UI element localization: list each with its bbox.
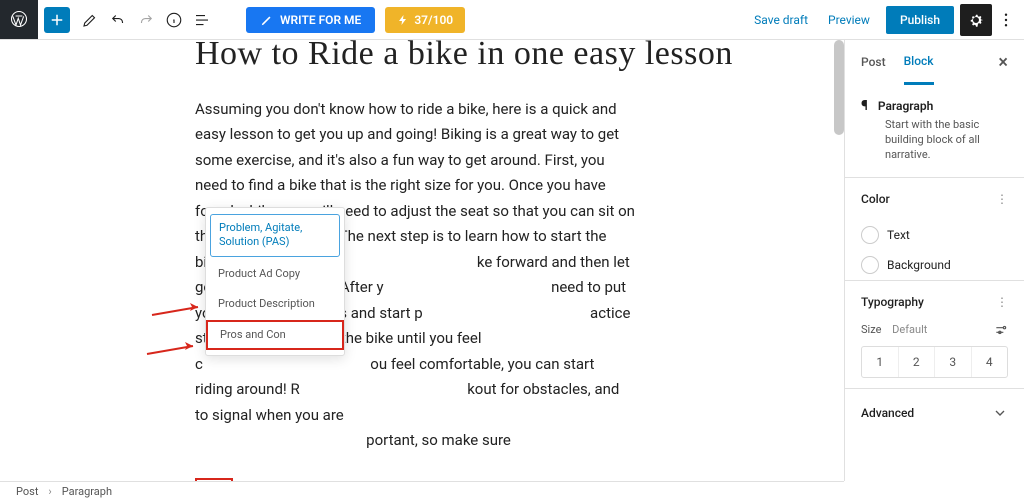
color-text-row[interactable]: Text [845, 220, 1024, 250]
section-typography[interactable]: Typography⋮ [845, 280, 1024, 323]
publish-button[interactable]: Publish [886, 6, 954, 34]
size-3[interactable]: 3 [935, 347, 972, 377]
wp-logo[interactable] [0, 0, 38, 39]
more-dots-icon[interactable]: ⋮ [996, 192, 1008, 206]
breadcrumb-root[interactable]: Post [16, 485, 38, 498]
close-sidebar-button[interactable]: × [998, 52, 1008, 73]
info-button[interactable] [160, 6, 188, 34]
save-draft-link[interactable]: Save draft [754, 13, 808, 27]
credits-button[interactable]: 37/100 [385, 7, 465, 33]
ac-item-pros-con[interactable]: Pros and Con [206, 320, 344, 350]
swatch-icon [861, 256, 879, 274]
outline-button[interactable] [188, 6, 216, 34]
credits-label: 37/100 [414, 13, 453, 27]
sidebar-tabs: Post Block × [845, 40, 1024, 84]
write-for-me-label: WRITE FOR ME [280, 13, 361, 27]
chevron-down-icon [992, 405, 1008, 421]
edit-mode-button[interactable] [76, 6, 104, 34]
top-toolbar: WRITE FOR ME 37/100 Save draft Preview P… [0, 0, 1024, 40]
size-settings-icon[interactable] [994, 323, 1008, 340]
more-options-button[interactable] [996, 11, 1016, 29]
ac-item-pas[interactable]: Problem, Agitate, Solution (PAS) [210, 214, 340, 257]
size-label: Size [861, 323, 881, 340]
block-name: Paragraph [878, 99, 933, 113]
undo-button[interactable] [104, 6, 132, 34]
block-description: Start with the basic building block of a… [885, 118, 1008, 163]
tab-post[interactable]: Post [861, 41, 886, 83]
chevron-right-icon: › [48, 485, 51, 498]
scrollbar-thumb[interactable] [834, 40, 844, 135]
post-title[interactable]: How to Ride a bike in one easy lesson [195, 40, 825, 75]
settings-sidebar: Post Block × ¶ Paragraph Start with the b… [844, 40, 1024, 481]
annotation-arrow-icon [145, 340, 200, 362]
size-1[interactable]: 1 [862, 347, 899, 377]
preview-link[interactable]: Preview [828, 13, 870, 27]
ac-item-description[interactable]: Product Description [206, 289, 344, 319]
size-default: Default [892, 323, 927, 340]
breadcrumb-current[interactable]: Paragraph [62, 485, 112, 498]
tab-block[interactable]: Block [904, 40, 934, 85]
section-color[interactable]: Color⋮ [845, 177, 1024, 220]
more-dots-icon[interactable]: ⋮ [996, 295, 1008, 309]
font-size-picker: 1 2 3 4 [861, 346, 1008, 378]
annotation-arrow-icon [150, 301, 205, 323]
autocomplete-popup: Problem, Agitate, Solution (PAS) Product… [205, 207, 345, 356]
color-bg-row[interactable]: Background [845, 250, 1024, 280]
breadcrumb: Post › Paragraph [0, 481, 844, 501]
ac-item-ad-copy[interactable]: Product Ad Copy [206, 259, 344, 289]
swatch-icon [861, 226, 879, 244]
size-2[interactable]: 2 [899, 347, 936, 377]
add-block-button[interactable] [44, 7, 70, 33]
size-4[interactable]: 4 [972, 347, 1008, 377]
paragraph-icon: ¶ [861, 98, 868, 114]
write-for-me-button[interactable]: WRITE FOR ME [246, 7, 375, 33]
section-advanced[interactable]: Advanced [845, 388, 1024, 437]
editor-canvas[interactable]: How to Ride a bike in one easy lesson As… [0, 40, 844, 481]
redo-button[interactable] [132, 6, 160, 34]
settings-button[interactable] [960, 4, 992, 36]
